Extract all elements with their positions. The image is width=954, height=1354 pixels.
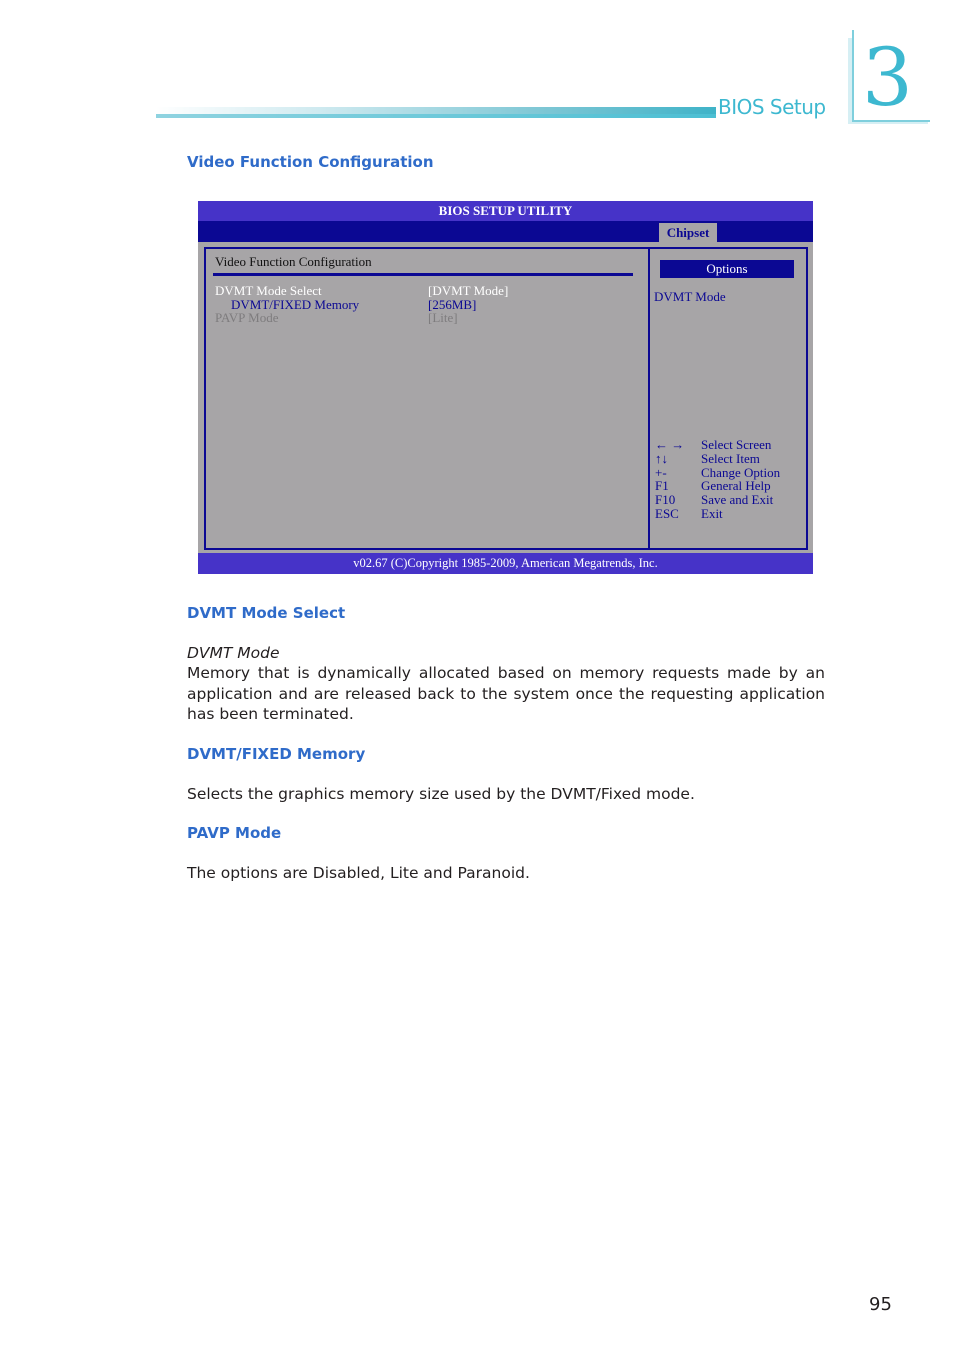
chapter-divider <box>852 30 854 122</box>
subheading-dvmt-mode: DVMT Mode <box>187 644 280 662</box>
key-action: Select Screen <box>701 437 772 452</box>
key-legend-row: ↑↓ Select Item <box>655 450 780 466</box>
options-header: Options <box>660 260 794 278</box>
header-rule <box>156 114 716 118</box>
key-legend-row: +- Change Option <box>655 464 781 480</box>
key-label: ← → <box>655 437 685 452</box>
key-legend-row: F1 General Help <box>655 479 780 493</box>
text-dvmt-mode-select: Memory that is dynamically allocated bas… <box>187 664 825 723</box>
bios-value-pavp-mode: [Lite] <box>428 310 458 325</box>
key-legend: ← → Select Screen ↑↓ Select Item +- Change … <box>655 438 780 521</box>
bios-footer: v02.67 (C)Copyright 1985-2009, American … <box>198 553 813 574</box>
chapter-number: 3 <box>862 31 913 124</box>
key-label: F10 <box>655 492 676 508</box>
key-action: Change Option <box>701 464 781 480</box>
key-label: ↑↓ <box>655 450 668 466</box>
bios-main-panel: Video Function Configuration DVMT Mode S… <box>204 247 650 550</box>
heading-dvmt-fixed-memory: DVMT/FIXED Memory <box>187 745 366 763</box>
key-legend-row: ← → Select Screen <box>655 438 780 452</box>
options-help-text: DVMT Mode <box>654 289 726 304</box>
key-legend-row: ESC Exit <box>655 507 780 521</box>
bios-item-dvmt-fixed-memory[interactable]: DVMT/FIXED Memory <box>231 297 359 312</box>
key-label: F1 <box>655 478 669 494</box>
bios-screen: BIOS SETUP UTILITY Chipset Video Functio… <box>198 201 813 574</box>
bios-item-pavp-mode: PAVP Mode <box>215 310 279 325</box>
bios-value-dvmt-fixed-memory[interactable]: [256MB] <box>428 297 476 312</box>
key-action: Save and Exit <box>701 492 774 508</box>
key-action: Select Item <box>701 450 760 466</box>
bios-section-title: Video Function Configuration <box>215 254 372 269</box>
key-label: ESC <box>655 505 679 521</box>
page-number: 95 <box>869 1294 892 1315</box>
tab-chipset[interactable]: Chipset <box>659 223 717 242</box>
bios-title-bar: BIOS SETUP UTILITY <box>198 201 813 221</box>
header-section-title: BIOS Setup <box>718 95 826 119</box>
key-legend-row: F10 Save and Exit <box>655 493 780 507</box>
text-pavp-mode: The options are Disabled, Lite and Paran… <box>187 864 530 882</box>
bios-item-dvmt-mode-select[interactable]: DVMT Mode Select <box>215 284 322 298</box>
key-action: Exit <box>701 505 723 521</box>
text-dvmt-fixed-memory: Selects the graphics memory size used by… <box>187 785 695 803</box>
bios-help-panel: Options DVMT Mode ← → Select Screen ↑↓ Sel… <box>648 247 808 550</box>
heading-pavp-mode: PAVP Mode <box>187 824 282 842</box>
key-label: +- <box>655 464 667 480</box>
page-heading: Video Function Configuration <box>187 153 434 171</box>
key-action: General Help <box>701 478 771 494</box>
bios-value-dvmt-mode-select[interactable]: [DVMT Mode] <box>428 284 508 298</box>
heading-dvmt-mode-select: DVMT Mode Select <box>187 604 346 622</box>
bios-tab-bar: Chipset <box>198 221 813 242</box>
bios-section-rule <box>213 273 633 276</box>
